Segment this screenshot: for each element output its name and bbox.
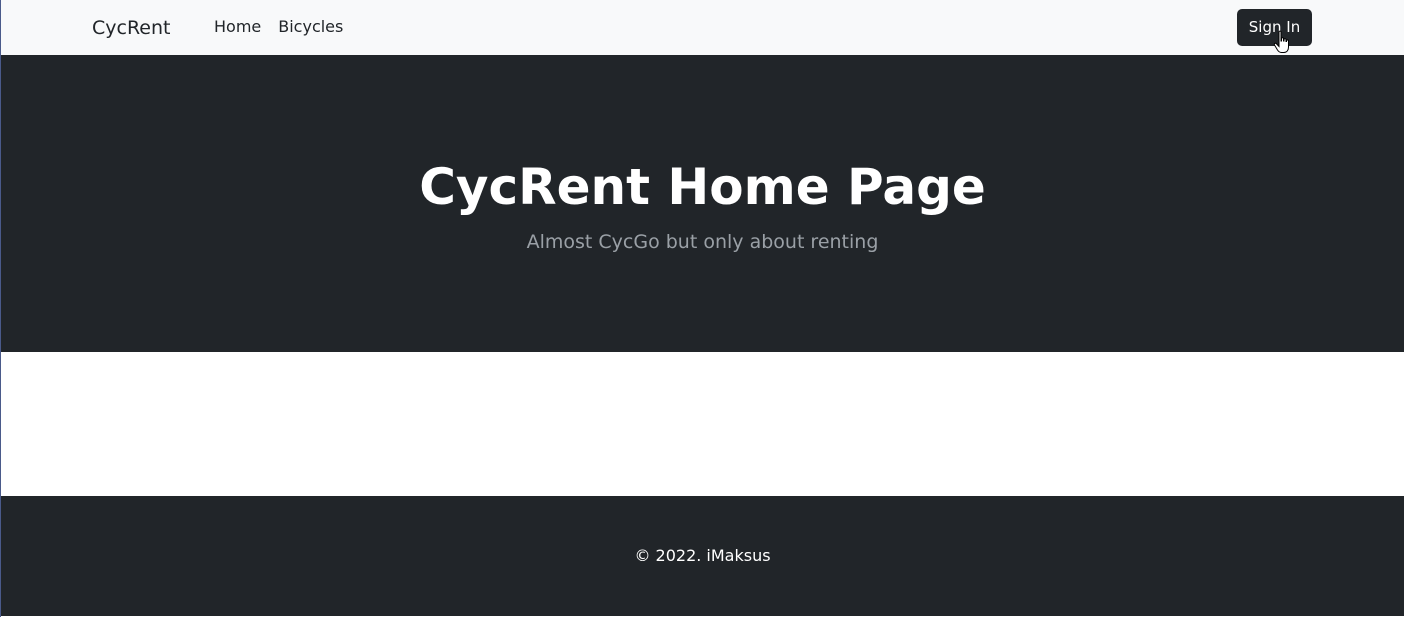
hero-subtitle: Almost CycGo but only about renting	[526, 231, 879, 253]
page: CycRent Home Bicycles Sign In CycRent Ho…	[0, 0, 1404, 617]
content-area	[1, 352, 1404, 496]
hero-section: CycRent Home Page Almost CycGo but only …	[1, 55, 1404, 352]
nav-links: Home Bicycles	[214, 17, 343, 37]
hand-pointer-cursor-icon	[1273, 30, 1289, 53]
nav-link-home[interactable]: Home	[214, 17, 261, 37]
brand-link[interactable]: CycRent	[92, 16, 171, 40]
hero-title: CycRent Home Page	[419, 158, 986, 216]
footer-copyright: © 2022. iMaksus	[634, 546, 771, 565]
navbar: CycRent Home Bicycles Sign In	[1, 0, 1404, 55]
nav-link-bicycles[interactable]: Bicycles	[278, 17, 343, 37]
footer: © 2022. iMaksus	[1, 496, 1404, 616]
